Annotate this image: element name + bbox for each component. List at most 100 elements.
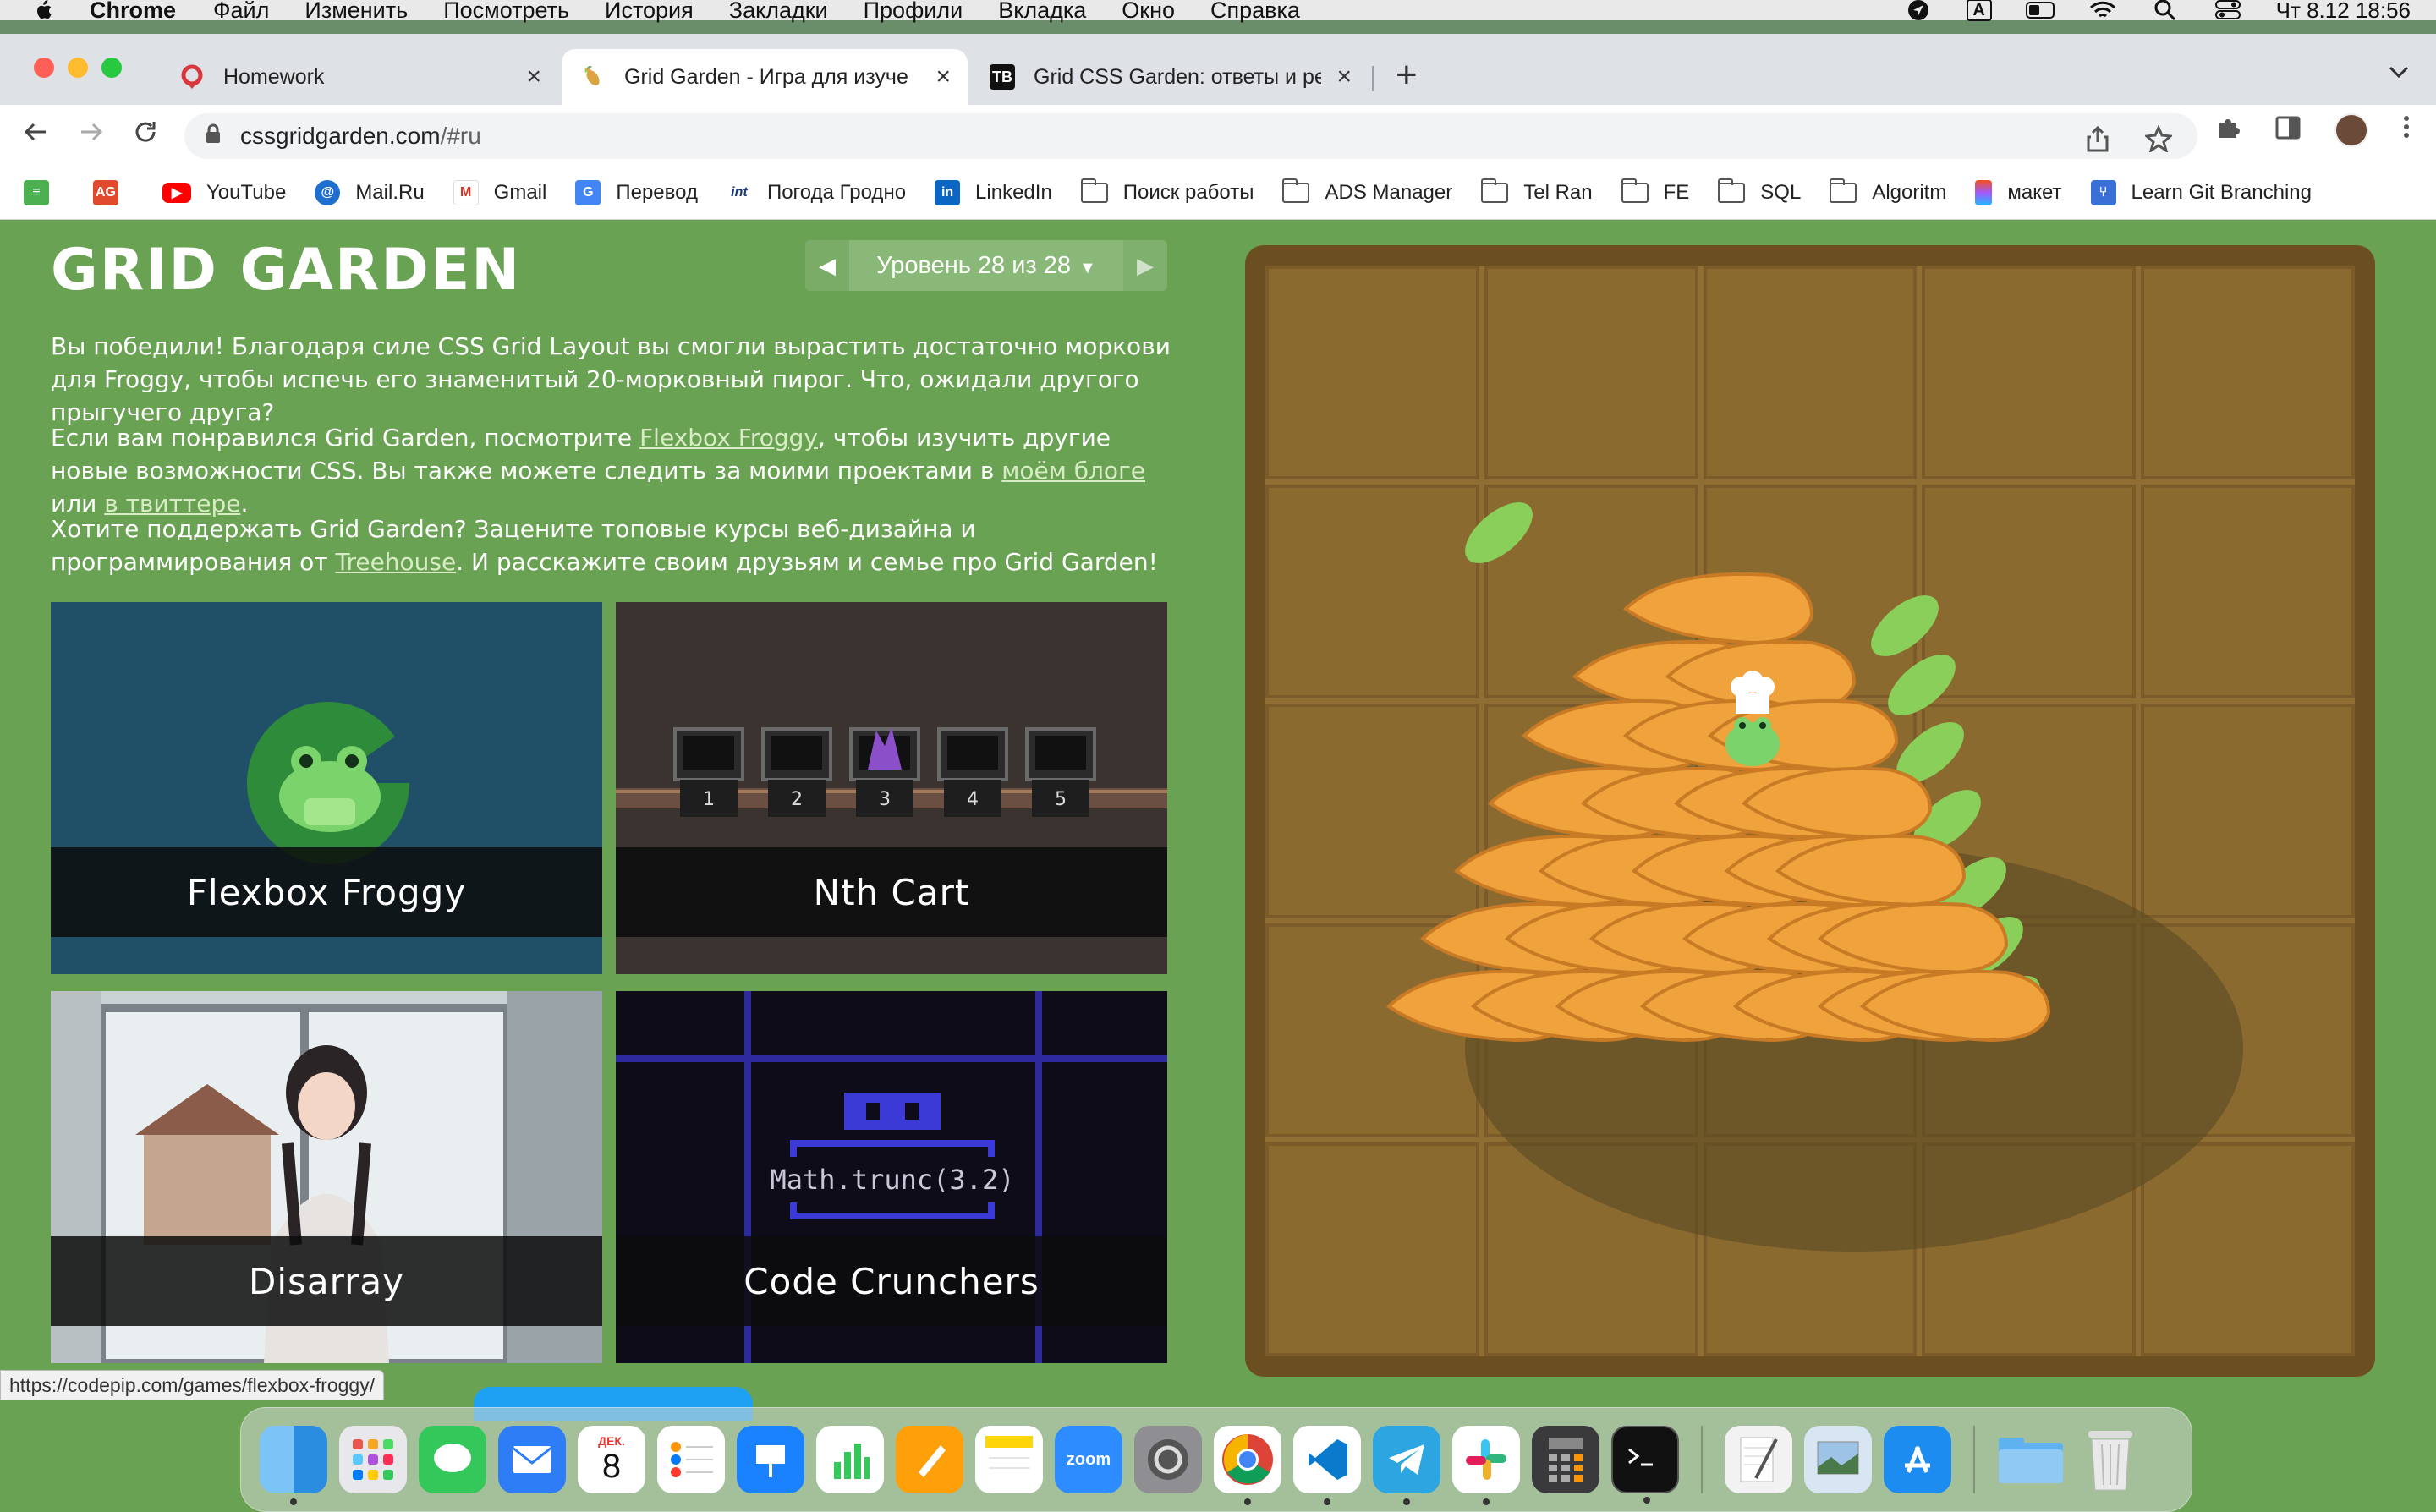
card-disarray[interactable]: Disarray bbox=[51, 991, 602, 1363]
slack-icon[interactable] bbox=[1452, 1426, 1520, 1505]
folder-icon bbox=[1621, 178, 1649, 203]
menu-help[interactable]: Справка bbox=[1210, 0, 1300, 24]
side-panel-icon[interactable] bbox=[2275, 115, 2301, 146]
figma-icon bbox=[1975, 179, 1993, 205]
chrome-menu-icon[interactable] bbox=[2402, 114, 2411, 146]
card-flexbox-froggy[interactable]: Flexbox Froggy bbox=[51, 602, 602, 974]
share-icon[interactable] bbox=[2086, 125, 2110, 159]
telegram-icon[interactable] bbox=[1373, 1426, 1440, 1505]
chrome-icon[interactable] bbox=[1214, 1426, 1281, 1505]
menubar-app-name[interactable]: Chrome bbox=[90, 0, 176, 24]
tab-homework[interactable]: Homework × bbox=[161, 49, 558, 105]
support-paragraph: Хотите поддержать Grid Garden? Зацените … bbox=[51, 512, 1176, 578]
bookmark-linkedin[interactable]: in LinkedIn bbox=[935, 179, 1052, 205]
bookmark-folder-algoritm[interactable]: Algoritm bbox=[1830, 178, 1946, 205]
bookmark-figma[interactable]: макет bbox=[1975, 179, 2062, 205]
bookmark-youtube[interactable]: ▶ YouTube bbox=[162, 181, 286, 205]
forward-arrow-icon[interactable] bbox=[78, 118, 105, 153]
bookmark-rss[interactable]: ≡ bbox=[24, 179, 64, 205]
preview-icon[interactable] bbox=[1804, 1426, 1872, 1493]
tab-close-icon[interactable]: × bbox=[526, 63, 541, 91]
dock-separator bbox=[1701, 1426, 1703, 1493]
bookmark-label: Tel Ran bbox=[1523, 180, 1593, 204]
next-level-arrow-icon[interactable]: ▶ bbox=[1123, 240, 1167, 291]
bookmark-folder-fe[interactable]: FE bbox=[1621, 178, 1689, 205]
address-bar[interactable]: cssgridgarden.com /#ru bbox=[184, 113, 2197, 159]
menu-tab[interactable]: Вкладка bbox=[998, 0, 1086, 24]
prev-level-arrow-icon[interactable]: ◀ bbox=[805, 240, 849, 291]
mail-icon[interactable] bbox=[498, 1426, 566, 1493]
blog-link[interactable]: моём блоге bbox=[1001, 457, 1145, 485]
menu-edit[interactable]: Изменить bbox=[304, 0, 408, 24]
close-window-button[interactable] bbox=[34, 58, 54, 78]
tab-close-icon[interactable]: × bbox=[935, 63, 951, 91]
level-selector[interactable]: ◀ Уровень 28 из 28 ▼ ▶ bbox=[805, 240, 1167, 291]
system-preferences-icon[interactable] bbox=[1134, 1426, 1202, 1493]
messages-icon[interactable] bbox=[419, 1426, 486, 1493]
reminders-icon[interactable] bbox=[657, 1426, 725, 1493]
zoom-icon[interactable]: zoom bbox=[1055, 1426, 1122, 1493]
profile-avatar[interactable] bbox=[2334, 113, 2368, 147]
vscode-icon[interactable] bbox=[1293, 1426, 1361, 1505]
menu-file[interactable]: Файл bbox=[213, 0, 269, 24]
level-indicator[interactable]: Уровень 28 из 28 ▼ bbox=[849, 252, 1123, 280]
bookmark-git[interactable]: ⑂ Learn Git Branching bbox=[2090, 179, 2312, 205]
bookmark-star-icon[interactable] bbox=[2143, 124, 2174, 159]
zoom-window-button[interactable] bbox=[102, 58, 122, 78]
app-store-icon[interactable] bbox=[1884, 1426, 1951, 1493]
bookmark-translate[interactable]: G Перевод bbox=[575, 179, 698, 205]
browser-toolbar: cssgridgarden.com /#ru bbox=[0, 105, 2436, 166]
menu-window[interactable]: Окно bbox=[1122, 0, 1175, 24]
control-center-icon[interactable] bbox=[2214, 0, 2242, 19]
bookmark-mailru[interactable]: @ Mail.Ru bbox=[315, 179, 425, 205]
treehouse-link[interactable]: Treehouse bbox=[335, 548, 456, 576]
extensions-puzzle-icon[interactable] bbox=[2216, 114, 2241, 146]
reload-icon[interactable] bbox=[132, 118, 159, 153]
textedit-icon[interactable] bbox=[1725, 1426, 1792, 1493]
menu-view[interactable]: Посмотреть bbox=[443, 0, 569, 24]
battery-icon[interactable] bbox=[2025, 1, 2055, 19]
apple-menu-icon[interactable] bbox=[30, 0, 56, 20]
keynote-icon[interactable] bbox=[737, 1426, 804, 1493]
menu-profiles[interactable]: Профили bbox=[864, 0, 963, 24]
bookmark-folder-ads[interactable]: ADS Manager bbox=[1282, 178, 1452, 205]
tab-grid-garden[interactable]: Grid Garden - Игра для изуче × bbox=[562, 49, 968, 105]
minimize-window-button[interactable] bbox=[68, 58, 88, 78]
bookmark-gmail[interactable]: M Gmail bbox=[453, 179, 546, 205]
bookmark-ag[interactable]: AG bbox=[93, 179, 134, 205]
menu-history[interactable]: История bbox=[605, 0, 694, 24]
minecart-icon: 5 bbox=[1025, 727, 1096, 817]
tab-search-chevron-down-icon[interactable] bbox=[2387, 59, 2411, 86]
notes-icon[interactable] bbox=[975, 1426, 1043, 1493]
tab-close-icon[interactable]: × bbox=[1336, 63, 1352, 91]
bookmark-label: Погода Гродно bbox=[766, 180, 907, 204]
pages-icon[interactable] bbox=[896, 1426, 963, 1493]
trash-icon[interactable] bbox=[2077, 1426, 2144, 1493]
card-nth-cart[interactable]: 1 2 3 4 5 Nth Cart bbox=[616, 602, 1167, 974]
bookmark-folder-sql[interactable]: SQL bbox=[1718, 178, 1801, 205]
tab-grid-css-answers[interactable]: TB Grid CSS Garden: ответы и ре × bbox=[971, 49, 1369, 105]
finder-icon[interactable] bbox=[260, 1426, 327, 1505]
calendar-icon[interactable]: ДЕК. 8 bbox=[578, 1426, 645, 1493]
text: Если вам понравился Grid Garden, посмотр… bbox=[51, 424, 640, 452]
menu-bookmarks[interactable]: Закладки bbox=[729, 0, 828, 24]
keyboard-layout-icon[interactable]: A bbox=[1966, 0, 1992, 21]
launchpad-icon[interactable] bbox=[339, 1426, 407, 1493]
back-arrow-icon[interactable] bbox=[22, 118, 49, 153]
terminal-icon[interactable] bbox=[1611, 1426, 1679, 1504]
new-tab-button[interactable]: + bbox=[1396, 54, 1418, 96]
bookmark-folder-job[interactable]: Поиск работы bbox=[1080, 178, 1254, 205]
bookmark-weather[interactable]: int Погода Гродно bbox=[726, 179, 907, 205]
bookmark-folder-telran[interactable]: Tel Ran bbox=[1481, 178, 1593, 205]
card-code-crunchers[interactable]: Math.trunc(3.2) Code Crunchers bbox=[616, 991, 1167, 1363]
wifi-icon[interactable] bbox=[2088, 1, 2117, 19]
flexbox-froggy-link[interactable]: Flexbox Froggy bbox=[639, 424, 818, 452]
location-icon[interactable] bbox=[1904, 0, 1933, 20]
lock-icon[interactable] bbox=[205, 123, 222, 149]
menubar-clock[interactable]: Чт 8.12 18:56 bbox=[2276, 0, 2411, 24]
spotlight-search-icon[interactable] bbox=[2151, 0, 2180, 21]
calculator-icon[interactable] bbox=[1532, 1426, 1599, 1493]
youtube-icon: ▶ bbox=[162, 182, 191, 203]
numbers-icon[interactable] bbox=[816, 1426, 884, 1493]
downloads-folder-icon[interactable] bbox=[1997, 1426, 2065, 1493]
